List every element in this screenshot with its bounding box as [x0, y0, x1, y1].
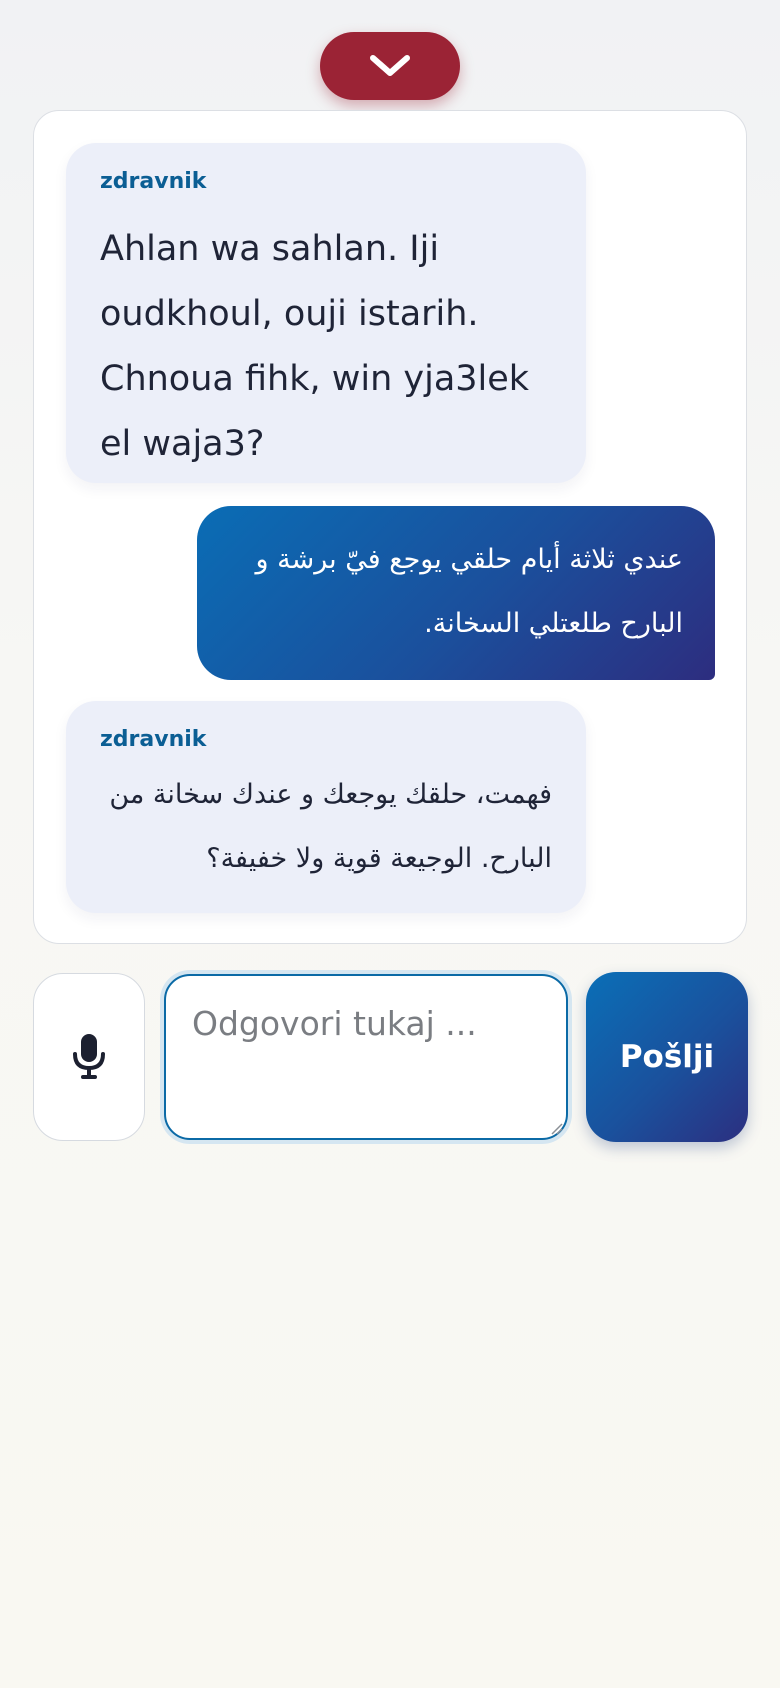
- resize-grip-icon[interactable]: [549, 1121, 563, 1135]
- microphone-icon: [73, 1034, 105, 1079]
- microphone-button[interactable]: [33, 973, 145, 1141]
- message-bubble-doctor: zdravnik فهمت، حلقك يوجعك و عندك سخانة م…: [66, 701, 586, 913]
- message-bubble-user: عندي ثلاثة أيام حلقي يوجع فيّ برشة و الب…: [197, 506, 715, 680]
- message-bubble-doctor: zdravnik Ahlan wa sahlan. Iji oudkhoul, …: [66, 143, 586, 483]
- message-text: فهمت، حلقك يوجعك و عندك سخانة من البارح.…: [109, 779, 552, 874]
- message-text: عندي ثلاثة أيام حلقي يوجع فيّ برشة و الب…: [255, 544, 684, 639]
- message-sender: zdravnik: [100, 727, 207, 752]
- reply-input[interactable]: [164, 974, 568, 1140]
- chat-panel: zdravnik Ahlan wa sahlan. Iji oudkhoul, …: [33, 110, 747, 944]
- message-sender: zdravnik: [100, 169, 207, 194]
- reply-input-wrapper: [160, 970, 572, 1144]
- message-text: Ahlan wa sahlan. Iji oudkhoul, ouji ista…: [100, 229, 530, 464]
- chevron-down-icon: [370, 55, 410, 76]
- collapse-chat-button[interactable]: [320, 32, 460, 100]
- send-button[interactable]: Pošlji: [586, 972, 748, 1142]
